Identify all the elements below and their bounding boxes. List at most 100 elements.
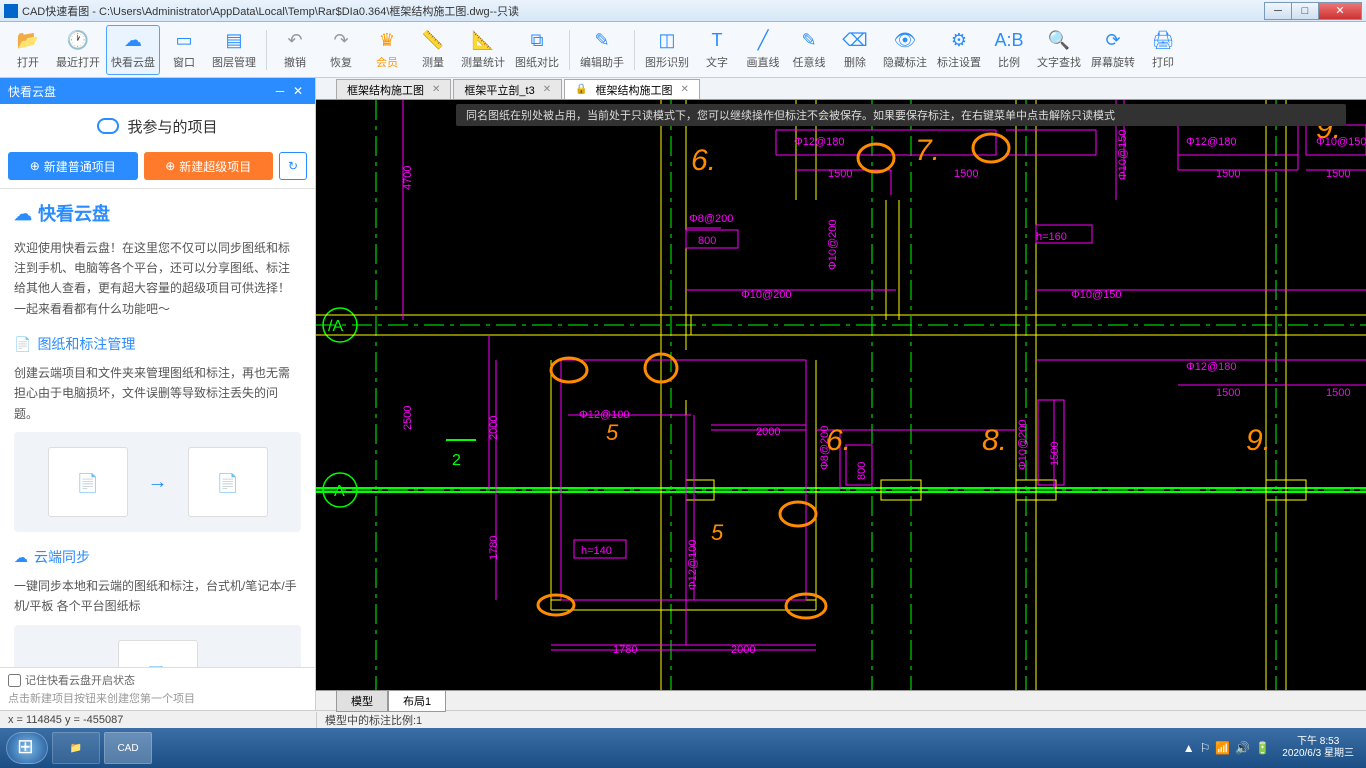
- layers-icon: ▤: [223, 30, 245, 52]
- svg-text:1500: 1500: [1216, 387, 1240, 399]
- tray-icon[interactable]: ⚐: [1200, 741, 1211, 755]
- screen-rotate-button[interactable]: ⟳屏幕旋转: [1087, 25, 1139, 75]
- refresh-button[interactable]: ↻: [279, 152, 307, 180]
- new-normal-project-button[interactable]: ⊕新建普通项目: [8, 152, 138, 180]
- undo-icon: ↶: [284, 30, 306, 52]
- tab-close-icon[interactable]: ✕: [681, 84, 689, 95]
- thumbnail-icon: [48, 447, 128, 517]
- shapes-icon: ◫: [656, 30, 678, 52]
- svg-text:Φ10@150: Φ10@150: [1071, 289, 1122, 301]
- cloud-icon: ☁: [14, 199, 32, 230]
- sidebar: 快看云盘 ─ ✕ 我参与的项目 ⊕新建普通项目 ⊕新建超级项目 ↻ ☁快看云盘 …: [0, 78, 316, 710]
- taskbar-item-explorer[interactable]: 📁: [52, 732, 100, 764]
- svg-text:1780: 1780: [488, 536, 500, 560]
- windows-logo-icon: [15, 736, 39, 760]
- sidebar-section-title: 我参与的项目: [0, 104, 315, 148]
- edit-helper-button[interactable]: ✎编辑助手: [576, 25, 628, 75]
- cad-drawing-viewport[interactable]: /A A 2: [316, 100, 1366, 690]
- plus-icon: ⊕: [30, 159, 40, 173]
- vip-button[interactable]: ♛会员: [365, 25, 409, 75]
- tray-icon[interactable]: 🔊: [1235, 741, 1250, 755]
- text-search-button[interactable]: 🔍文字查找: [1033, 25, 1085, 75]
- svg-text:1500: 1500: [828, 168, 852, 180]
- svg-text:4700: 4700: [402, 166, 414, 190]
- recent-button[interactable]: 🕐最近打开: [52, 25, 104, 75]
- measure-stat-button[interactable]: 📐测量统计: [457, 25, 509, 75]
- doc-icon: 📄: [14, 333, 31, 357]
- tab-1[interactable]: 框架结构施工图✕: [336, 79, 451, 99]
- plus-icon: ⊕: [165, 159, 175, 173]
- hide-annot-button[interactable]: 👁隐藏标注: [879, 25, 931, 75]
- sidebar-close-button[interactable]: ✕: [289, 84, 307, 98]
- svg-text:1500: 1500: [1216, 168, 1240, 180]
- section-1-body: 创建云端项目和文件夹来管理图纸和标注，再也无需担心由于电脑损坏，文件误删等导致标…: [14, 363, 301, 424]
- cloud-outline-icon: [97, 118, 119, 134]
- remember-checkbox-label[interactable]: 记住快看云盘开启状态: [8, 672, 307, 688]
- thumbnail-icon: [188, 447, 268, 517]
- svg-text:2: 2: [452, 452, 461, 469]
- tray-icon[interactable]: 📶: [1215, 741, 1230, 755]
- clock[interactable]: 下午 8:53 2020/6/3 星期三: [1276, 736, 1360, 760]
- svg-text:h=160: h=160: [1036, 231, 1067, 243]
- tray-icon[interactable]: 🔋: [1255, 741, 1270, 755]
- svg-text:A: A: [334, 483, 345, 500]
- svg-text:Φ10@200: Φ10@200: [741, 289, 792, 301]
- main-area: 快看云盘 ─ ✕ 我参与的项目 ⊕新建普通项目 ⊕新建超级项目 ↻ ☁快看云盘 …: [0, 78, 1366, 710]
- ratio-icon: A:B: [998, 30, 1020, 52]
- free-line-button[interactable]: ✎任意线: [787, 25, 831, 75]
- print-icon: 🖨: [1152, 30, 1174, 52]
- layers-button[interactable]: ▤图层管理: [208, 25, 260, 75]
- ruler-stat-icon: 📐: [472, 30, 494, 52]
- redo-button[interactable]: ↷恢复: [319, 25, 363, 75]
- minimize-button[interactable]: ─: [1264, 2, 1292, 20]
- coordinates: x = 114845 y = -455087: [0, 714, 316, 726]
- tray-icons[interactable]: ▲ ⚐ 📶 🔊 🔋: [1183, 741, 1271, 755]
- layout-tabs: 模型 布局1: [316, 690, 1366, 710]
- taskbar-item-cad[interactable]: CAD: [104, 732, 152, 764]
- arrow-right-icon: →: [148, 465, 168, 499]
- annot-set-button[interactable]: ⚙标注设置: [933, 25, 985, 75]
- delete-button[interactable]: ⌫删除: [833, 25, 877, 75]
- section-2-title: ☁云端同步: [14, 546, 301, 570]
- svg-text:1500: 1500: [1049, 442, 1061, 466]
- sidebar-footer: 记住快看云盘开启状态 点击新建项目按钮来创建您第一个项目: [0, 667, 315, 710]
- cloud-button[interactable]: ☁快看云盘: [106, 25, 160, 75]
- sidebar-content[interactable]: ☁快看云盘 欢迎使用快看云盘！在这里您不仅可以同步图纸和标注到手机、电脑等各个平…: [0, 188, 315, 667]
- tab-close-icon[interactable]: ✕: [432, 84, 440, 95]
- measure-button[interactable]: 📏测量: [411, 25, 455, 75]
- window-title: CAD快速看图 - C:\Users\Administrator\AppData…: [22, 3, 1265, 19]
- open-button[interactable]: 📂打开: [6, 25, 50, 75]
- undo-button[interactable]: ↶撤销: [273, 25, 317, 75]
- sidebar-minimize-button[interactable]: ─: [271, 84, 289, 98]
- shape-rec-button[interactable]: ◫图形识别: [641, 25, 693, 75]
- compare-button[interactable]: ⧉图纸对比: [511, 25, 563, 75]
- tab-3[interactable]: 🔒框架结构施工图✕: [564, 79, 700, 99]
- section-2-image: [14, 625, 301, 667]
- svg-text:1500: 1500: [1326, 168, 1350, 180]
- new-super-project-button[interactable]: ⊕新建超级项目: [144, 152, 274, 180]
- separator: [634, 30, 635, 70]
- maximize-button[interactable]: □: [1291, 2, 1319, 20]
- model-tab[interactable]: 模型: [336, 690, 388, 712]
- start-button[interactable]: [6, 732, 48, 764]
- close-button[interactable]: ✕: [1318, 2, 1362, 20]
- folder-icon: 📂: [17, 30, 39, 52]
- remember-checkbox[interactable]: [8, 674, 21, 687]
- svg-text:5: 5: [711, 520, 724, 545]
- svg-text:1780: 1780: [613, 644, 637, 656]
- content-title: ☁快看云盘: [14, 199, 301, 230]
- ratio-button[interactable]: A:B比例: [987, 25, 1031, 75]
- window-button[interactable]: ▭窗口: [162, 25, 206, 75]
- tray-icon[interactable]: ▲: [1183, 741, 1195, 755]
- tab-close-icon[interactable]: ✕: [543, 84, 551, 95]
- print-button[interactable]: 🖨打印: [1141, 25, 1185, 75]
- text-button[interactable]: T文字: [695, 25, 739, 75]
- tab-2[interactable]: 框架平立剖_t3✕: [453, 79, 562, 99]
- svg-text:Φ12@180: Φ12@180: [794, 136, 845, 148]
- layout1-tab[interactable]: 布局1: [388, 690, 446, 712]
- eraser-icon: ⌫: [844, 30, 866, 52]
- svg-text:7.: 7.: [915, 134, 940, 167]
- svg-text:Φ10@150: Φ10@150: [1117, 129, 1129, 180]
- straight-line-button[interactable]: ╱画直线: [741, 25, 785, 75]
- svg-text:Φ10@200: Φ10@200: [827, 219, 839, 270]
